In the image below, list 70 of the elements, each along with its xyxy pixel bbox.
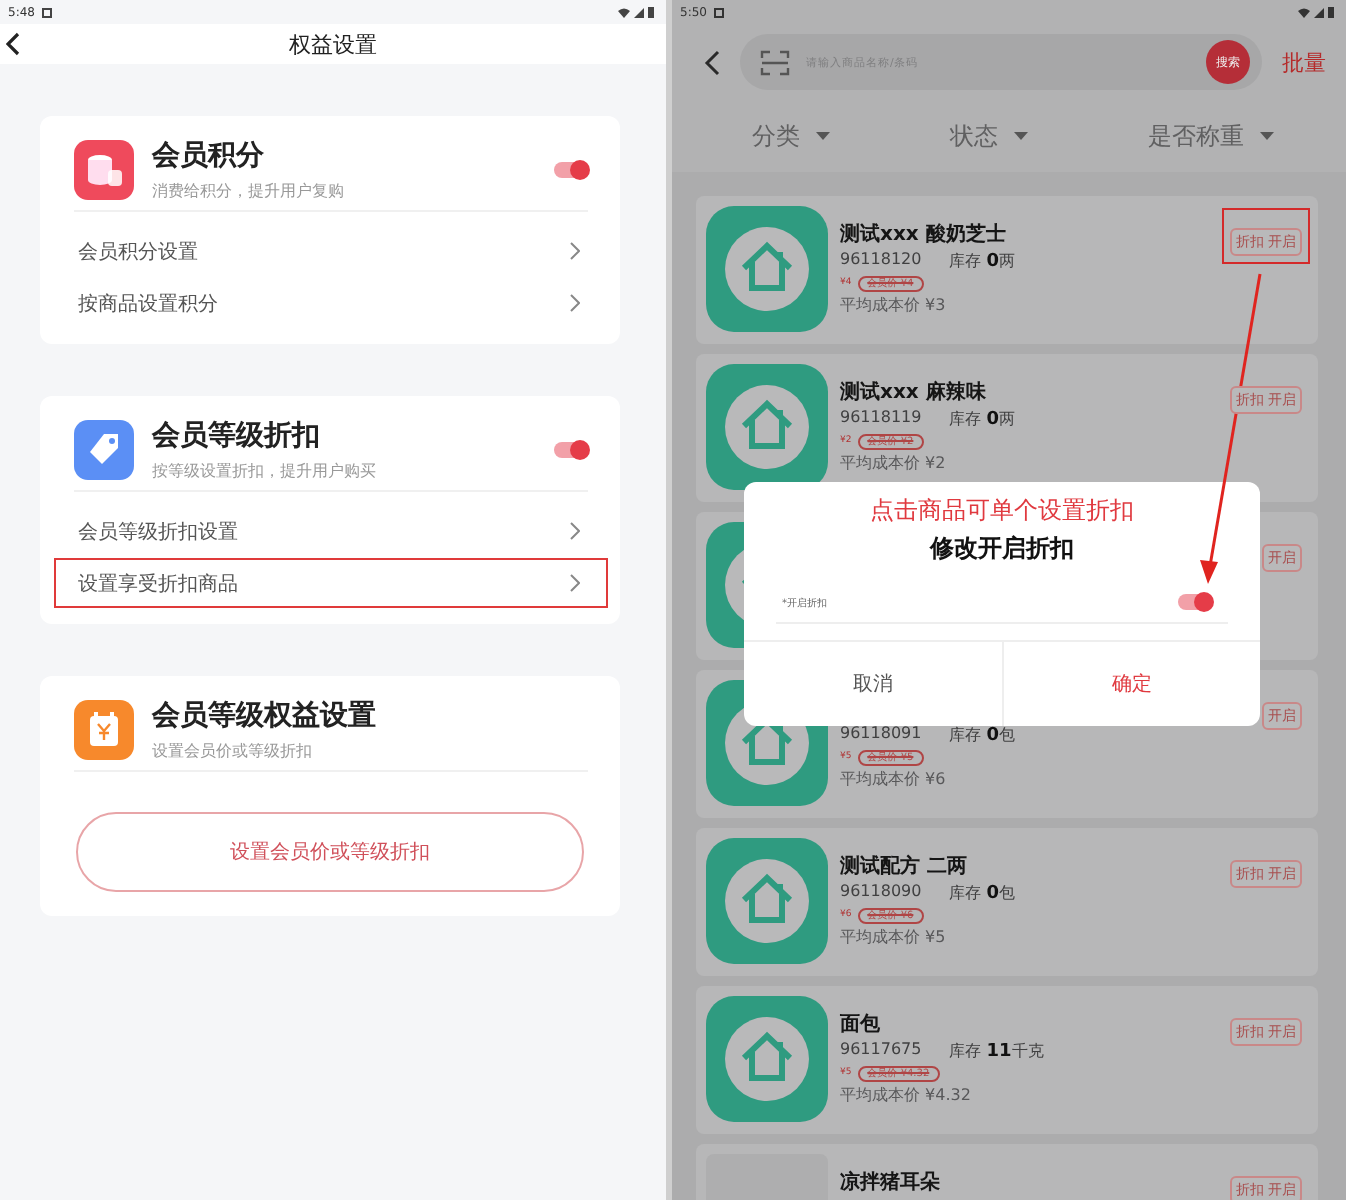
row-label: 按商品设置积分 xyxy=(78,291,218,317)
cost-text: 平均成本价 ¥5 xyxy=(840,926,948,948)
caret-icon xyxy=(1014,132,1028,140)
filter-dropdown[interactable]: 分类 xyxy=(740,117,842,155)
notification-icon xyxy=(714,7,725,17)
house-icon xyxy=(706,838,828,964)
back-icon[interactable] xyxy=(6,32,20,56)
wifi-icon xyxy=(1298,7,1310,17)
chevron-right-icon xyxy=(570,574,580,592)
tag-icon xyxy=(74,420,134,480)
cost-text: 平均成本价 ¥4.32 xyxy=(840,1084,973,1106)
product-code: 96117675 xyxy=(840,1040,922,1062)
settings-row[interactable]: 按商品设置积分 xyxy=(54,278,608,328)
calendar-icon xyxy=(74,700,134,760)
caret-icon xyxy=(1260,132,1274,140)
stock-text: 库存 0包 xyxy=(949,724,1016,746)
product-name: 凉拌猪耳朵 xyxy=(840,1168,942,1196)
product-name: 测试xxx 麻辣味 xyxy=(840,378,988,406)
product-name: 测试xxx 酸奶芝士 xyxy=(840,221,1008,248)
product-name: 测试配方 二两 xyxy=(840,852,969,880)
chevron-right-icon xyxy=(570,522,580,540)
card-title: 会员积分 xyxy=(152,138,266,174)
filter-dropdown[interactable]: 是否称重 xyxy=(1136,117,1286,155)
wifi-icon xyxy=(618,7,630,17)
notification-icon xyxy=(42,7,53,17)
caret-icon xyxy=(816,132,830,140)
house-icon xyxy=(706,206,828,332)
back-icon[interactable] xyxy=(704,49,720,75)
cost-text: 平均成本价 ¥3 xyxy=(840,294,948,316)
product-code: 96118091 xyxy=(840,724,922,746)
outline-button[interactable]: 设置会员价或等级折扣 xyxy=(76,812,584,892)
batch-link[interactable]: 批量 xyxy=(1282,47,1326,77)
dialog-title: 修改开启折扣 xyxy=(930,532,1074,566)
cost-text: 平均成本价 ¥2 xyxy=(840,452,948,474)
cancel-button[interactable]: 取消 xyxy=(744,642,1003,726)
house-icon xyxy=(706,996,828,1122)
product-code: 96118119 xyxy=(840,408,922,430)
product-code: 96118120 xyxy=(840,250,922,272)
card-subtitle: 消费给积分，提升用户复购 xyxy=(152,180,346,202)
product-name: 面包 xyxy=(840,1011,882,1038)
settings-row[interactable]: 会员积分设置 xyxy=(54,226,608,276)
stock-text: 库存 0包 xyxy=(949,882,1016,904)
battery-icon xyxy=(1328,6,1334,18)
stock-text: 库存 0两 xyxy=(949,250,1016,272)
coins-icon xyxy=(74,140,134,200)
house-icon xyxy=(706,364,828,490)
stock-text: 库存 0两 xyxy=(949,408,1016,430)
stock-text: 库存 11千克 xyxy=(949,1040,1044,1062)
signal-icon xyxy=(634,7,644,17)
filter-dropdown[interactable]: 状态 xyxy=(938,117,1040,155)
chevron-right-icon xyxy=(570,294,580,312)
toggle-switch[interactable] xyxy=(554,442,588,458)
row-label: 设置享受折扣商品 xyxy=(78,571,238,597)
toggle-switch[interactable] xyxy=(554,162,588,178)
settings-row[interactable]: 会员等级折扣设置 xyxy=(54,506,608,556)
card-subtitle: 设置会员价或等级折扣 xyxy=(152,740,314,762)
row-label: 会员积分设置 xyxy=(78,239,198,265)
page-title: 权益设置 xyxy=(289,29,377,59)
battery-icon xyxy=(648,6,654,18)
signal-icon xyxy=(1314,7,1324,17)
settings-row[interactable]: 设置享受折扣商品 xyxy=(54,558,608,608)
row-label: 会员等级折扣设置 xyxy=(78,519,238,545)
cost-text: 平均成本价 ¥6 xyxy=(840,768,948,790)
toggle-switch[interactable] xyxy=(1178,594,1212,610)
scan-icon[interactable] xyxy=(760,49,790,75)
card-title: 会员等级折扣 xyxy=(152,418,322,454)
product-code: 96118090 xyxy=(840,882,922,904)
card-subtitle: 按等级设置折扣，提升用户购买 xyxy=(152,460,378,482)
chevron-right-icon xyxy=(570,242,580,260)
card-title: 会员等级权益设置 xyxy=(152,698,378,734)
